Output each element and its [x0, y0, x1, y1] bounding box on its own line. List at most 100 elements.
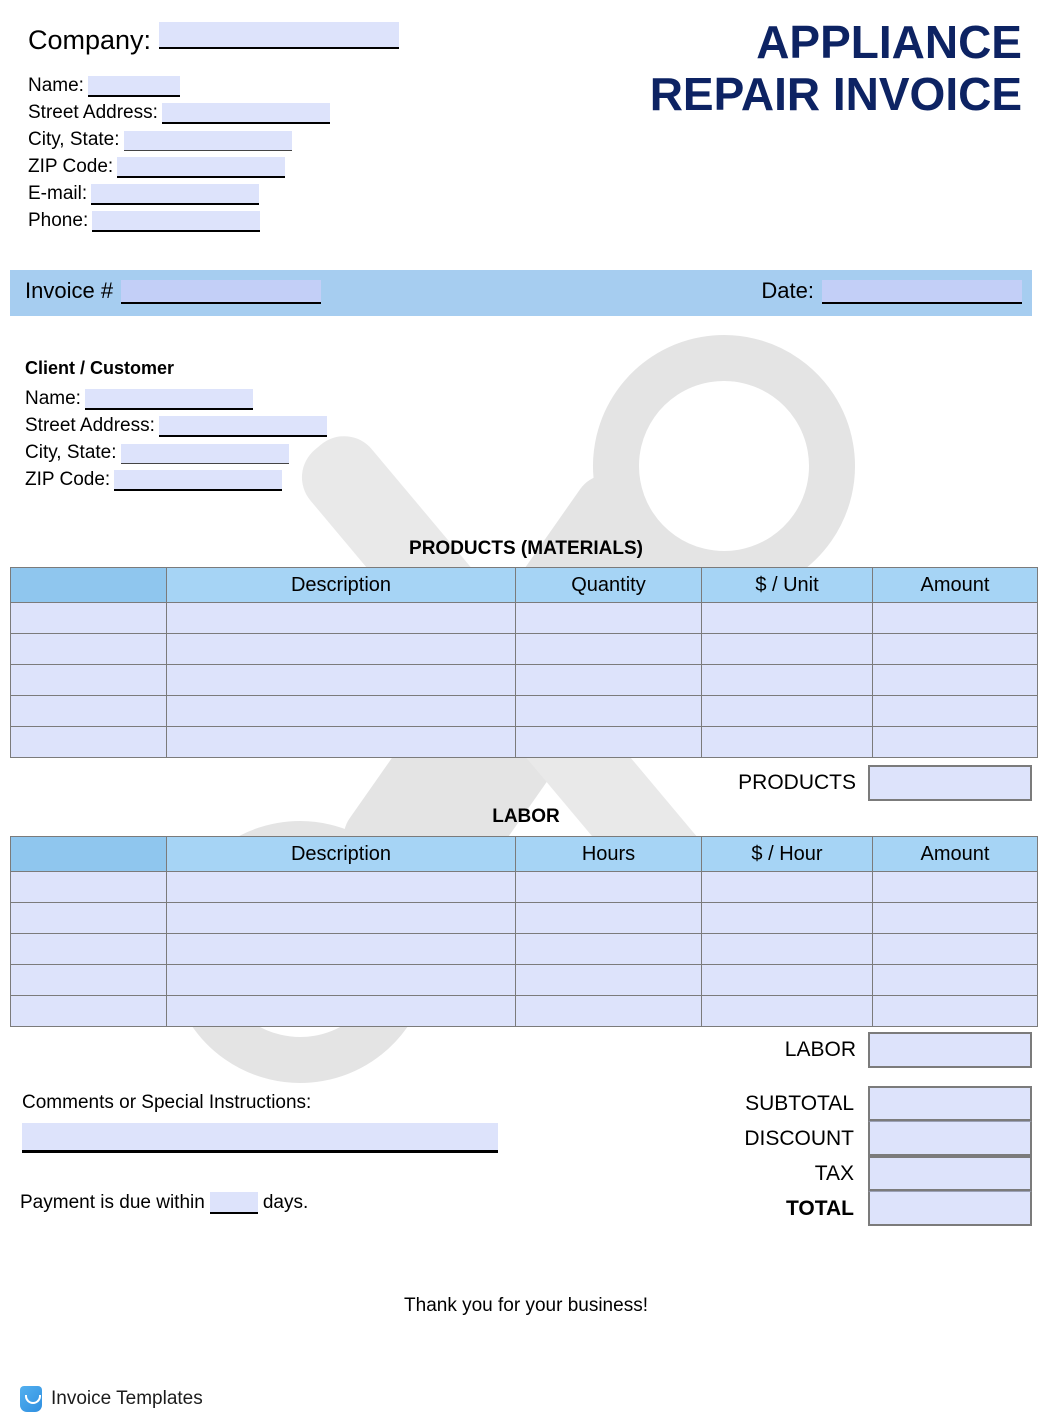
comments-input[interactable]	[22, 1123, 498, 1153]
field-label: ZIP Code:	[25, 469, 111, 490]
company-street-input[interactable]	[161, 103, 330, 124]
company-name-field-input[interactable]	[87, 76, 180, 97]
products-cell-unit-price[interactable]	[701, 726, 873, 758]
products-cell-quantity[interactable]	[515, 602, 702, 634]
labor-cell-hours[interactable]	[515, 964, 702, 996]
client-city-state-input[interactable]	[120, 444, 289, 464]
products-cell-blank[interactable]	[10, 695, 167, 727]
client-heading: Client / Customer	[25, 358, 175, 378]
company-city-state-input[interactable]	[123, 131, 292, 151]
labor-cell-amount[interactable]	[872, 933, 1038, 965]
products-total-row: PRODUCTS	[0, 765, 1032, 801]
products-cell-unit-price[interactable]	[701, 695, 873, 727]
brand-name: Invoice Templates	[51, 1388, 203, 1409]
products-cell-amount[interactable]	[872, 602, 1038, 634]
products-cell-quantity[interactable]	[515, 695, 702, 727]
products-cell-description[interactable]	[166, 726, 516, 758]
products-cell-description[interactable]	[166, 602, 516, 634]
products-cell-blank[interactable]	[10, 602, 167, 634]
table-row	[10, 871, 1038, 903]
labor-cell-description[interactable]	[166, 871, 516, 903]
labor-cell-description[interactable]	[166, 902, 516, 934]
labor-cell-blank[interactable]	[10, 871, 167, 903]
products-cell-description[interactable]	[166, 695, 516, 727]
products-col-blank	[10, 567, 167, 603]
labor-cell-amount[interactable]	[872, 871, 1038, 903]
products-cell-blank[interactable]	[10, 664, 167, 696]
products-cell-amount[interactable]	[872, 695, 1038, 727]
products-cell-unit-price[interactable]	[701, 664, 873, 696]
tax-input[interactable]	[868, 1156, 1032, 1191]
company-email-input[interactable]	[91, 184, 260, 205]
products-cell-blank[interactable]	[10, 633, 167, 665]
table-row	[10, 995, 1038, 1027]
products-col-amount: Amount	[872, 567, 1038, 603]
labor-cell-description[interactable]	[166, 933, 516, 965]
company-name-input[interactable]	[159, 22, 400, 49]
discount-input[interactable]	[868, 1121, 1032, 1156]
labor-cell-amount[interactable]	[872, 964, 1038, 996]
payment-days-input[interactable]	[209, 1192, 258, 1214]
labor-col-description: Description	[166, 836, 516, 872]
labor-cell-description[interactable]	[166, 995, 516, 1027]
labor-total-label: LABOR	[784, 1038, 856, 1061]
subtotal-input[interactable]	[868, 1086, 1032, 1121]
labor-cell-hours[interactable]	[515, 995, 702, 1027]
labor-cell-blank[interactable]	[10, 995, 167, 1027]
products-col-quantity: Quantity	[515, 567, 702, 603]
client-field-street: Street Address:	[25, 410, 327, 437]
labor-cell-hourly-rate[interactable]	[701, 995, 873, 1027]
labor-total-row: LABOR	[0, 1032, 1032, 1068]
labor-cell-hourly-rate[interactable]	[701, 902, 873, 934]
products-cell-unit-price[interactable]	[701, 602, 873, 634]
client-street-input[interactable]	[158, 416, 327, 437]
products-cell-quantity[interactable]	[515, 633, 702, 665]
labor-cell-hourly-rate[interactable]	[701, 964, 873, 996]
labor-cell-amount[interactable]	[872, 902, 1038, 934]
labor-col-blank	[10, 836, 167, 872]
labor-total-input[interactable]	[868, 1032, 1032, 1068]
products-cell-unit-price[interactable]	[701, 633, 873, 665]
products-total-label: PRODUCTS	[738, 771, 856, 794]
payment-terms: Payment is due within days.	[20, 1192, 308, 1214]
products-col-unit-price: $ / Unit	[701, 567, 873, 603]
client-field-zip: ZIP Code:	[25, 464, 327, 491]
labor-cell-blank[interactable]	[10, 902, 167, 934]
products-cell-quantity[interactable]	[515, 664, 702, 696]
products-cell-amount[interactable]	[872, 633, 1038, 665]
labor-cell-hours[interactable]	[515, 902, 702, 934]
labor-cell-hours[interactable]	[515, 871, 702, 903]
products-cell-description[interactable]	[166, 633, 516, 665]
invoice-number-input[interactable]	[121, 280, 322, 304]
products-cell-quantity[interactable]	[515, 726, 702, 758]
labor-cell-hourly-rate[interactable]	[701, 871, 873, 903]
table-row	[10, 726, 1038, 758]
total-input[interactable]	[868, 1191, 1032, 1226]
labor-cell-hours[interactable]	[515, 933, 702, 965]
products-cell-amount[interactable]	[872, 726, 1038, 758]
products-table: Description Quantity $ / Unit Amount	[10, 567, 1038, 758]
labor-cell-amount[interactable]	[872, 995, 1038, 1027]
invoice-date-input[interactable]	[822, 280, 1022, 304]
products-cell-blank[interactable]	[10, 726, 167, 758]
company-field-zip: ZIP Code:	[28, 151, 330, 178]
products-cell-amount[interactable]	[872, 664, 1038, 696]
products-cell-description[interactable]	[166, 664, 516, 696]
company-zip-input[interactable]	[117, 157, 286, 178]
field-label: Street Address:	[25, 415, 155, 436]
labor-col-amount: Amount	[872, 836, 1038, 872]
labor-cell-description[interactable]	[166, 964, 516, 996]
invoice-page: APPLIANCE REPAIR INVOICE Company: Name: …	[0, 0, 1052, 1428]
company-phone-input[interactable]	[92, 211, 261, 232]
labor-cell-blank[interactable]	[10, 964, 167, 996]
title-line-1: APPLIANCE	[756, 16, 1022, 68]
page-title: APPLIANCE REPAIR INVOICE	[650, 16, 1022, 120]
labor-cell-blank[interactable]	[10, 933, 167, 965]
company-field-phone: Phone:	[28, 205, 330, 232]
labor-table: Description Hours $ / Hour Amount	[10, 836, 1038, 1027]
client-zip-input[interactable]	[114, 470, 283, 491]
products-total-input[interactable]	[868, 765, 1032, 801]
client-name-input[interactable]	[84, 389, 253, 410]
field-label: Name:	[28, 75, 84, 96]
labor-cell-hourly-rate[interactable]	[701, 933, 873, 965]
